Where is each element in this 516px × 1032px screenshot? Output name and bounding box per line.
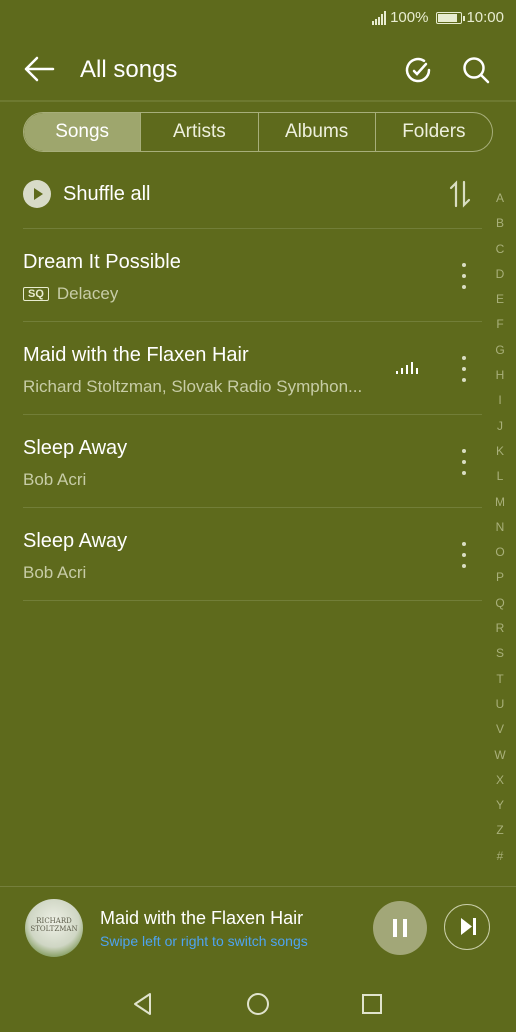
tab-artists[interactable]: Artists (140, 113, 257, 151)
refresh-icon (405, 57, 431, 83)
song-title: Sleep Away (23, 530, 128, 552)
shuffle-all-button[interactable]: Shuffle all (23, 172, 482, 220)
index-letter[interactable]: L (497, 464, 504, 489)
mini-player[interactable]: RICHARD STOLTZMAN Maid with the Flaxen H… (0, 896, 516, 960)
sort-button[interactable] (448, 180, 472, 208)
index-letter[interactable]: B (496, 211, 504, 236)
nav-home-button[interactable] (244, 990, 272, 1018)
album-art-text: RICHARD STOLTZMAN (30, 917, 78, 933)
index-letter[interactable]: # (497, 844, 504, 869)
page-title: All songs (80, 56, 178, 83)
song-artist: Bob Acri (23, 563, 87, 582)
battery-icon (436, 11, 466, 24)
circle-home-icon (247, 993, 269, 1015)
search-button[interactable] (460, 54, 492, 86)
song-row[interactable]: Maid with the Flaxen Hair Richard Stoltz… (23, 321, 482, 414)
status-bar: 100% 10:00 (0, 0, 516, 36)
song-list: Dream It Possible SQ Delacey Maid with th… (23, 228, 482, 601)
nav-recents-button[interactable] (358, 990, 386, 1018)
index-letter[interactable]: I (498, 388, 501, 413)
index-letter[interactable]: H (496, 363, 505, 388)
index-letter[interactable]: U (496, 692, 505, 717)
index-letter[interactable]: M (495, 490, 505, 515)
swipe-hint: Swipe left or right to switch songs (100, 933, 308, 949)
song-title: Maid with the Flaxen Hair (23, 344, 249, 366)
index-letter[interactable]: W (494, 743, 505, 768)
pause-button[interactable] (373, 901, 427, 955)
back-arrow-icon (24, 56, 55, 82)
index-letter[interactable]: K (496, 439, 504, 464)
song-row[interactable]: Dream It Possible SQ Delacey (23, 228, 482, 321)
index-letter[interactable]: N (496, 515, 505, 540)
triangle-back-icon (134, 993, 151, 1015)
clock: 10:00 (466, 9, 504, 26)
index-letter[interactable]: Z (496, 818, 503, 843)
index-letter[interactable]: R (496, 616, 505, 641)
song-artist: Richard Stoltzman, Slovak Radio Symphon.… (23, 377, 363, 396)
next-button[interactable] (444, 904, 490, 950)
player-divider (0, 886, 516, 887)
battery-percent: 100% (390, 9, 429, 26)
header-divider (0, 100, 516, 102)
song-title: Sleep Away (23, 437, 128, 459)
tab-albums[interactable]: Albums (257, 113, 375, 151)
system-nav-bar (0, 976, 516, 1032)
more-options-button[interactable] (456, 263, 472, 289)
header: All songs (0, 44, 516, 96)
index-letter[interactable]: Q (495, 591, 504, 616)
album-art[interactable]: RICHARD STOLTZMAN (25, 899, 83, 957)
index-letter[interactable]: G (495, 338, 504, 363)
shuffle-label: Shuffle all (63, 183, 151, 205)
now-playing-icon (396, 360, 418, 374)
back-button[interactable] (22, 54, 58, 84)
next-icon (461, 918, 476, 935)
index-letter[interactable]: D (496, 262, 505, 287)
now-playing-title: Maid with the Flaxen Hair (100, 908, 304, 928)
signal-icon (372, 10, 387, 25)
index-letter[interactable]: J (497, 414, 503, 439)
index-letter[interactable]: P (496, 565, 504, 590)
index-letter[interactable]: F (496, 312, 503, 337)
index-letter[interactable]: T (496, 667, 503, 692)
play-icon (23, 180, 51, 208)
refresh-button[interactable] (402, 54, 434, 86)
sq-badge: SQ (23, 287, 49, 301)
more-options-button[interactable] (456, 542, 472, 568)
square-recents-icon (362, 994, 382, 1014)
tab-bar: Songs Artists Albums Folders (23, 112, 493, 152)
artist-name: Delacey (56, 284, 119, 303)
search-icon (463, 57, 490, 84)
index-letter[interactable]: Y (496, 793, 504, 818)
tab-folders[interactable]: Folders (374, 113, 492, 151)
song-row[interactable]: Sleep Away Bob Acri (23, 507, 482, 601)
more-options-button[interactable] (456, 449, 472, 475)
nav-back-button[interactable] (130, 990, 158, 1018)
index-letter[interactable]: X (496, 768, 504, 793)
tab-songs[interactable]: Songs (24, 113, 141, 151)
index-letter[interactable]: E (496, 287, 504, 312)
song-artist: Bob Acri (23, 470, 87, 489)
index-letter[interactable]: S (496, 641, 504, 666)
song-row[interactable]: Sleep Away Bob Acri (23, 414, 482, 507)
song-artist: SQ Delacey (23, 284, 118, 304)
more-options-button[interactable] (456, 356, 472, 382)
sort-icon (449, 180, 471, 208)
index-letter[interactable]: C (496, 237, 505, 262)
index-letter[interactable]: A (496, 186, 504, 211)
song-title: Dream It Possible (23, 251, 181, 273)
index-letter[interactable]: O (495, 540, 504, 565)
alphabet-index[interactable]: A B C D E F G H I J K L M N O P Q R S T … (490, 186, 510, 869)
index-letter[interactable]: V (496, 717, 504, 742)
